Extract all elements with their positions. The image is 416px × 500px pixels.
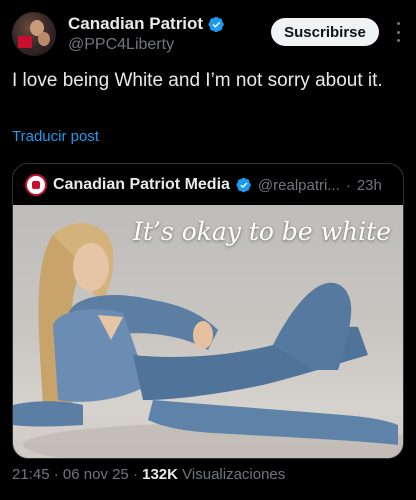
more-dot — [396, 30, 400, 34]
post-header: Canadian Patriot @PPC4Liberty Suscribirs… — [12, 12, 404, 62]
quoted-author-display-name: Canadian Patriot Media — [53, 176, 230, 193]
author-avatar[interactable] — [12, 12, 56, 56]
quoted-post-image[interactable]: It’s okay to be white — [13, 205, 403, 458]
more-dot — [396, 39, 400, 42]
quoted-author-handle: @realpatri... — [257, 176, 340, 194]
avatar-flag — [18, 36, 32, 48]
meta-separator: · — [53, 466, 59, 483]
verified-badge-icon — [236, 177, 251, 193]
subscribe-button[interactable]: Suscribirse — [271, 18, 379, 46]
post-date[interactable]: 06 nov 25 — [63, 466, 129, 483]
author-info: Canadian Patriot @PPC4Liberty — [68, 14, 225, 54]
views-count: 132K — [142, 466, 178, 483]
author-handle[interactable]: @PPC4Liberty — [68, 36, 225, 54]
display-name-row: Canadian Patriot — [68, 14, 225, 34]
quoted-separator: · — [345, 176, 351, 194]
meta-separator: · — [132, 466, 138, 483]
quoted-post-header: Canadian Patriot Media @realpatri... · 2… — [25, 174, 393, 196]
more-vertical-icon[interactable] — [392, 22, 404, 42]
verified-badge-icon — [208, 16, 224, 32]
quoted-time-ago: 23h — [356, 176, 382, 194]
quoted-author-avatar — [25, 174, 47, 196]
post-text: I love being White and I’m not sorry abo… — [12, 70, 383, 91]
media-caption: It’s okay to be white — [133, 217, 391, 246]
post-meta: 21:45 · 06 nov 25 · 132K Visualizaciones — [12, 466, 285, 483]
author-display-name[interactable]: Canadian Patriot — [68, 14, 203, 34]
views-label: Visualizaciones — [182, 466, 286, 483]
quoted-post-card[interactable]: Canadian Patriot Media @realpatri... · 2… — [12, 163, 404, 459]
more-dot — [396, 22, 400, 25]
translate-post-link[interactable]: Traducir post — [12, 128, 99, 145]
post-time[interactable]: 21:45 — [12, 466, 50, 483]
avatar-face-secondary — [38, 32, 50, 46]
